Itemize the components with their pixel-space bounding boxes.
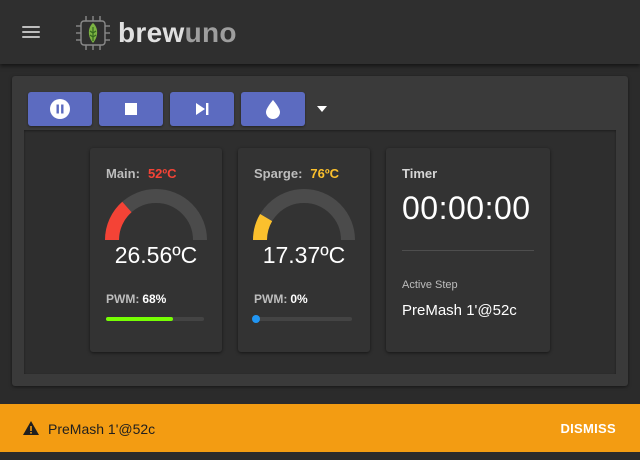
dashboard-area: Main: 52ºC 26.56ºC PWM: 68% Sparge: 76ºC 17…	[24, 130, 616, 374]
sparge-temperature: 17.37ºC	[262, 242, 346, 268]
main-sensor-card: Main: 52ºC 26.56ºC PWM: 68%	[90, 148, 222, 352]
main-setpoint: 52ºC	[147, 166, 177, 181]
hop-chip-icon	[76, 16, 110, 50]
hamburger-menu-icon[interactable]	[20, 22, 44, 42]
sparge-pwm-value: 0%	[290, 292, 308, 306]
app-bar: brewuno	[0, 0, 640, 64]
main-sensor-title: Main: 52ºC	[106, 166, 177, 181]
main-gauge-fill	[105, 201, 132, 241]
timer-value: 00:00:00	[402, 190, 531, 226]
main-temperature: 26.56ºC	[114, 242, 198, 268]
main-temperature-gauge	[105, 189, 207, 241]
stop-icon	[125, 103, 137, 115]
sparge-pwm-indicator	[252, 315, 260, 323]
sparge-setpoint: 76ºC	[310, 166, 340, 181]
notification-message: PreMash 1'@52c	[48, 421, 156, 437]
pause-circle-icon	[50, 99, 70, 119]
sparge-sensor-card: Sparge: 76ºC 17.37ºC PWM: 0%	[238, 148, 370, 352]
brew-control-panel: Main: 52ºC 26.56ºC PWM: 68% Sparge: 76ºC 17…	[12, 76, 628, 386]
main-pwm-bar	[106, 317, 204, 321]
pause-button[interactable]	[28, 92, 92, 126]
skip-next-icon	[196, 103, 209, 115]
water-button[interactable]	[241, 92, 305, 126]
sparge-temperature-gauge	[253, 189, 355, 241]
active-step-value: PreMash 1'@52c	[402, 302, 517, 319]
notification-snackbar: PreMash 1'@52c DISMISS	[0, 404, 640, 452]
caret-down-icon	[317, 106, 327, 112]
control-toolbar	[28, 92, 332, 126]
more-options-button[interactable]	[312, 92, 332, 126]
active-step-label: Active Step	[402, 279, 458, 291]
sparge-pwm-label: PWM: 0%	[254, 292, 308, 306]
water-drop-icon	[266, 100, 280, 119]
dismiss-button[interactable]: DISMISS	[560, 421, 616, 436]
main-pwm-fill	[106, 317, 173, 321]
skip-next-button[interactable]	[170, 92, 234, 126]
sparge-gauge-fill	[253, 214, 273, 241]
timer-card: Timer 00:00:00 Active Step PreMash 1'@52…	[386, 148, 550, 352]
timer-label: Timer	[402, 166, 438, 181]
app-logo: brewuno	[74, 14, 237, 52]
main-pwm-value: 68%	[142, 292, 167, 306]
main-pwm-label: PWM: 68%	[106, 292, 167, 306]
stop-button[interactable]	[99, 92, 163, 126]
sparge-sensor-title: Sparge: 76ºC	[254, 166, 340, 181]
warning-icon	[23, 421, 39, 435]
timer-divider	[402, 250, 534, 251]
sparge-pwm-bar	[252, 315, 352, 323]
app-name: brewuno	[118, 17, 237, 48]
